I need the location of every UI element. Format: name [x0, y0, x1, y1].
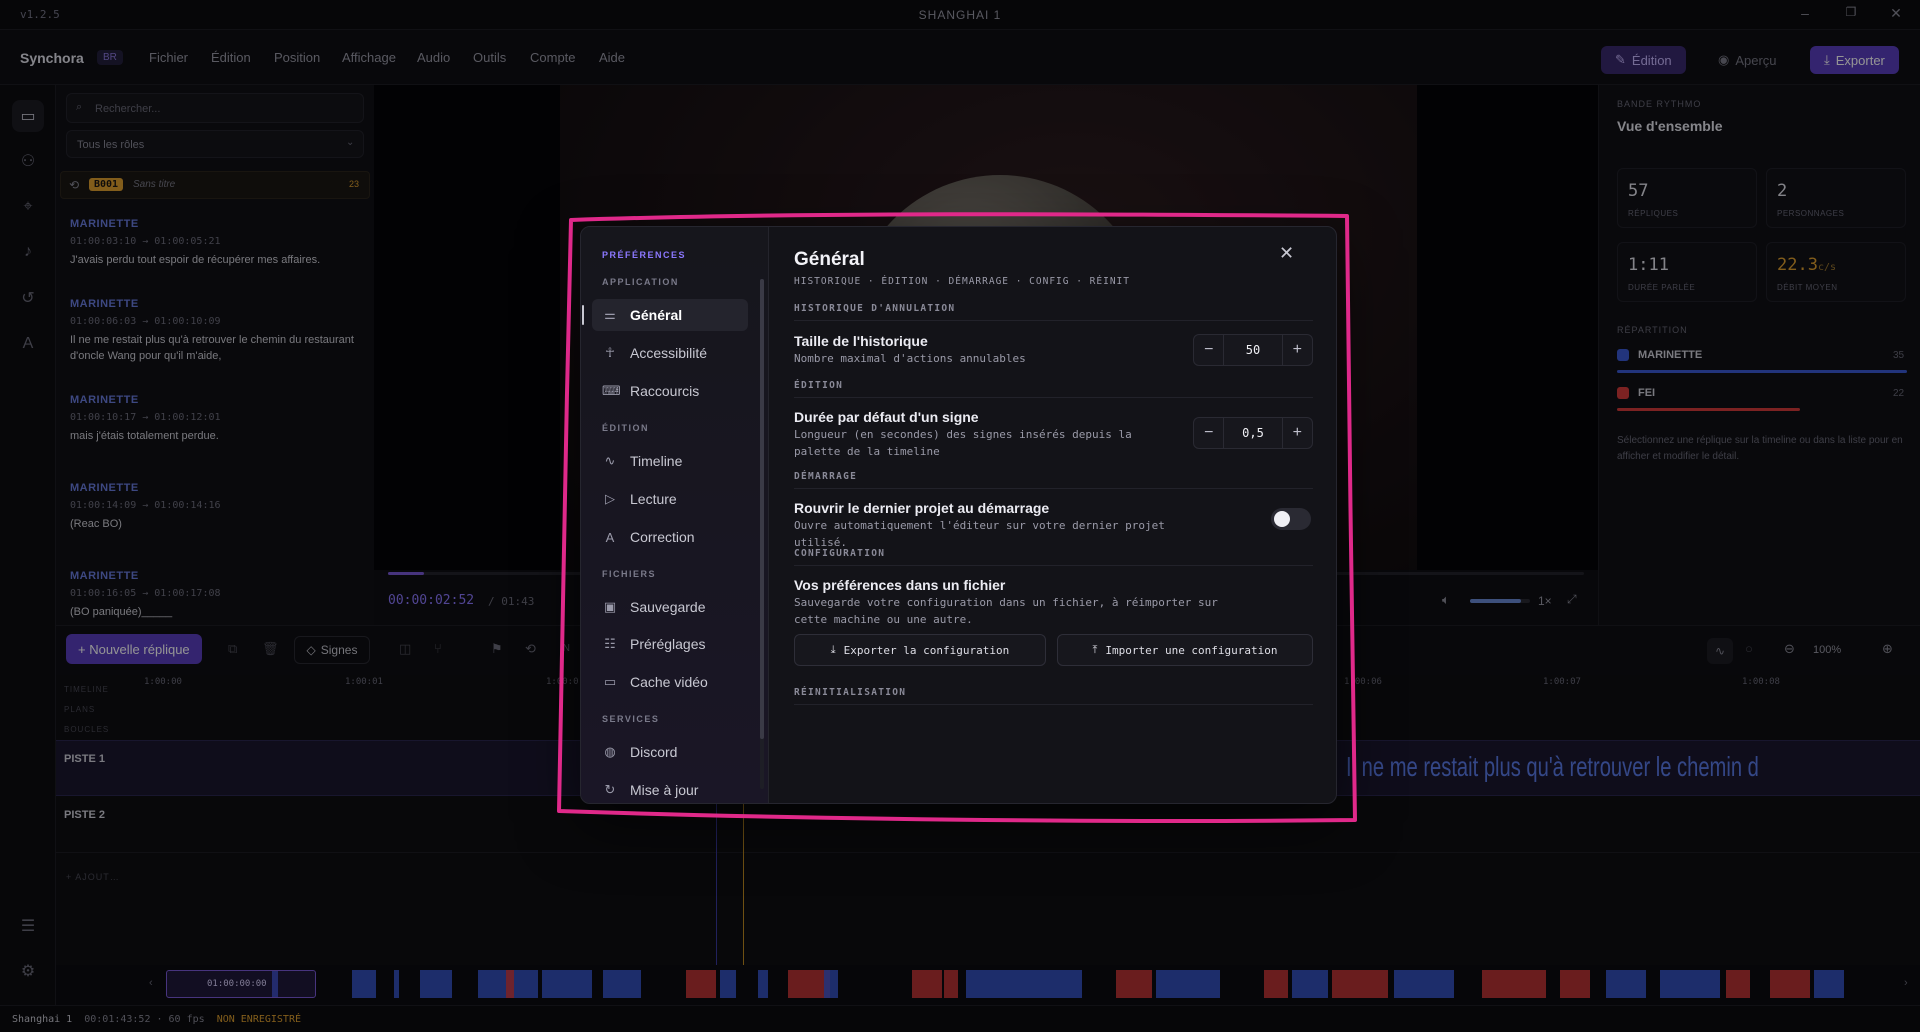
history-size-title: Taille de l'historique: [794, 333, 928, 349]
hard-drive-icon: ▭: [603, 674, 617, 689]
presets-icon: ☷: [604, 636, 616, 651]
import-config-button[interactable]: ⤒ Importer une configuration: [1057, 634, 1313, 666]
nav-section: SERVICES: [602, 714, 660, 724]
accessibility-icon: ☥: [605, 345, 615, 360]
nav-section: ÉDITION: [602, 423, 650, 433]
export-config-button[interactable]: ⤓ Exporter la configuration: [794, 634, 1046, 666]
plus-icon[interactable]: +: [1283, 341, 1312, 359]
discord-icon: ◍: [604, 744, 616, 759]
nav-item-accessibilite[interactable]: ☥ Accessibilité: [592, 337, 748, 369]
nav-item-cache-video[interactable]: ▭ Cache vidéo: [592, 666, 748, 698]
spellcheck-icon: A: [605, 529, 615, 545]
sign-duration-value[interactable]: 0,5: [1223, 418, 1283, 448]
page-title: Général: [794, 249, 865, 270]
close-icon[interactable]: ✕: [1279, 243, 1294, 264]
section-startup: DÉMARRAGE: [794, 471, 858, 482]
reopen-last-toggle[interactable]: [1271, 508, 1311, 530]
plus-icon[interactable]: +: [1283, 424, 1312, 442]
nav-item-discord[interactable]: ◍ Discord: [592, 736, 748, 768]
minus-icon[interactable]: −: [1194, 341, 1223, 359]
reopen-last-desc: Ouvre automatiquement l'éditeur sur votr…: [794, 519, 1165, 549]
config-file-title: Vos préférences dans un fichier: [794, 577, 1006, 593]
preferences-dialog: PRÉFÉRENCES APPLICATION ⚌ Général ☥ Access…: [580, 226, 1337, 804]
section-anchors[interactable]: HISTORIQUE · ÉDITION · DÉMARRAGE · CONFI…: [794, 276, 1130, 287]
section-edition: ÉDITION: [794, 380, 844, 391]
download-icon: ⤓: [830, 643, 836, 656]
nav-item-correction[interactable]: A Correction: [592, 521, 748, 553]
history-size-value[interactable]: 50: [1223, 335, 1283, 365]
upload-icon: ⤒: [1092, 643, 1098, 656]
divider: [794, 397, 1313, 398]
sign-duration-stepper[interactable]: − 0,5 +: [1193, 417, 1313, 449]
save-icon: ▣: [603, 599, 617, 614]
section-reset: RÉINITIALISATION: [794, 687, 907, 698]
divider: [794, 704, 1313, 705]
history-size-desc: Nombre maximal d'actions annulables: [794, 352, 1026, 365]
nav-item-prereglages[interactable]: ☷ Préréglages: [592, 628, 748, 660]
nav-item-lecture[interactable]: ▷ Lecture: [592, 483, 748, 515]
preferences-content: Général ✕ HISTORIQUE · ÉDITION · DÉMARRA…: [769, 227, 1336, 803]
history-size-stepper[interactable]: − 50 +: [1193, 334, 1313, 366]
config-file-desc: Sauvegarde votre configuration dans un f…: [794, 596, 1218, 626]
nav-section: APPLICATION: [602, 277, 679, 287]
sliders-icon: ⚌: [604, 307, 616, 322]
section-config: CONFIGURATION: [794, 548, 886, 559]
divider: [794, 320, 1313, 321]
sign-duration-title: Durée par défaut d'un signe: [794, 409, 979, 425]
activity-icon: ∿: [604, 453, 616, 468]
nav-item-raccourcis[interactable]: ⌨ Raccourcis: [592, 375, 748, 407]
active-indicator: [582, 305, 584, 325]
play-icon: ▷: [605, 491, 615, 506]
nav-item-mise-a-jour[interactable]: ↻ Mise à jour: [592, 774, 748, 803]
nav-item-sauvegarde[interactable]: ▣ Sauvegarde: [592, 591, 748, 623]
preferences-header: PRÉFÉRENCES: [602, 250, 687, 260]
divider: [794, 565, 1313, 566]
refresh-icon: ↻: [604, 782, 616, 797]
sign-duration-desc: Longueur (en secondes) des signes inséré…: [794, 428, 1132, 458]
keyboard-icon: ⌨: [602, 383, 621, 398]
nav-scrollbar[interactable]: [760, 279, 764, 789]
preferences-nav: PRÉFÉRENCES APPLICATION ⚌ Général ☥ Access…: [581, 227, 769, 803]
minus-icon[interactable]: −: [1194, 424, 1223, 442]
toggle-knob: [1274, 511, 1290, 527]
nav-section: FICHIERS: [602, 569, 657, 579]
nav-item-timeline[interactable]: ∿ Timeline: [592, 445, 748, 477]
nav-item-general[interactable]: ⚌ Général: [592, 299, 748, 331]
section-history: HISTORIQUE D'ANNULATION: [794, 303, 956, 314]
divider: [794, 488, 1313, 489]
reopen-last-title: Rouvrir le dernier projet au démarrage: [794, 500, 1050, 516]
